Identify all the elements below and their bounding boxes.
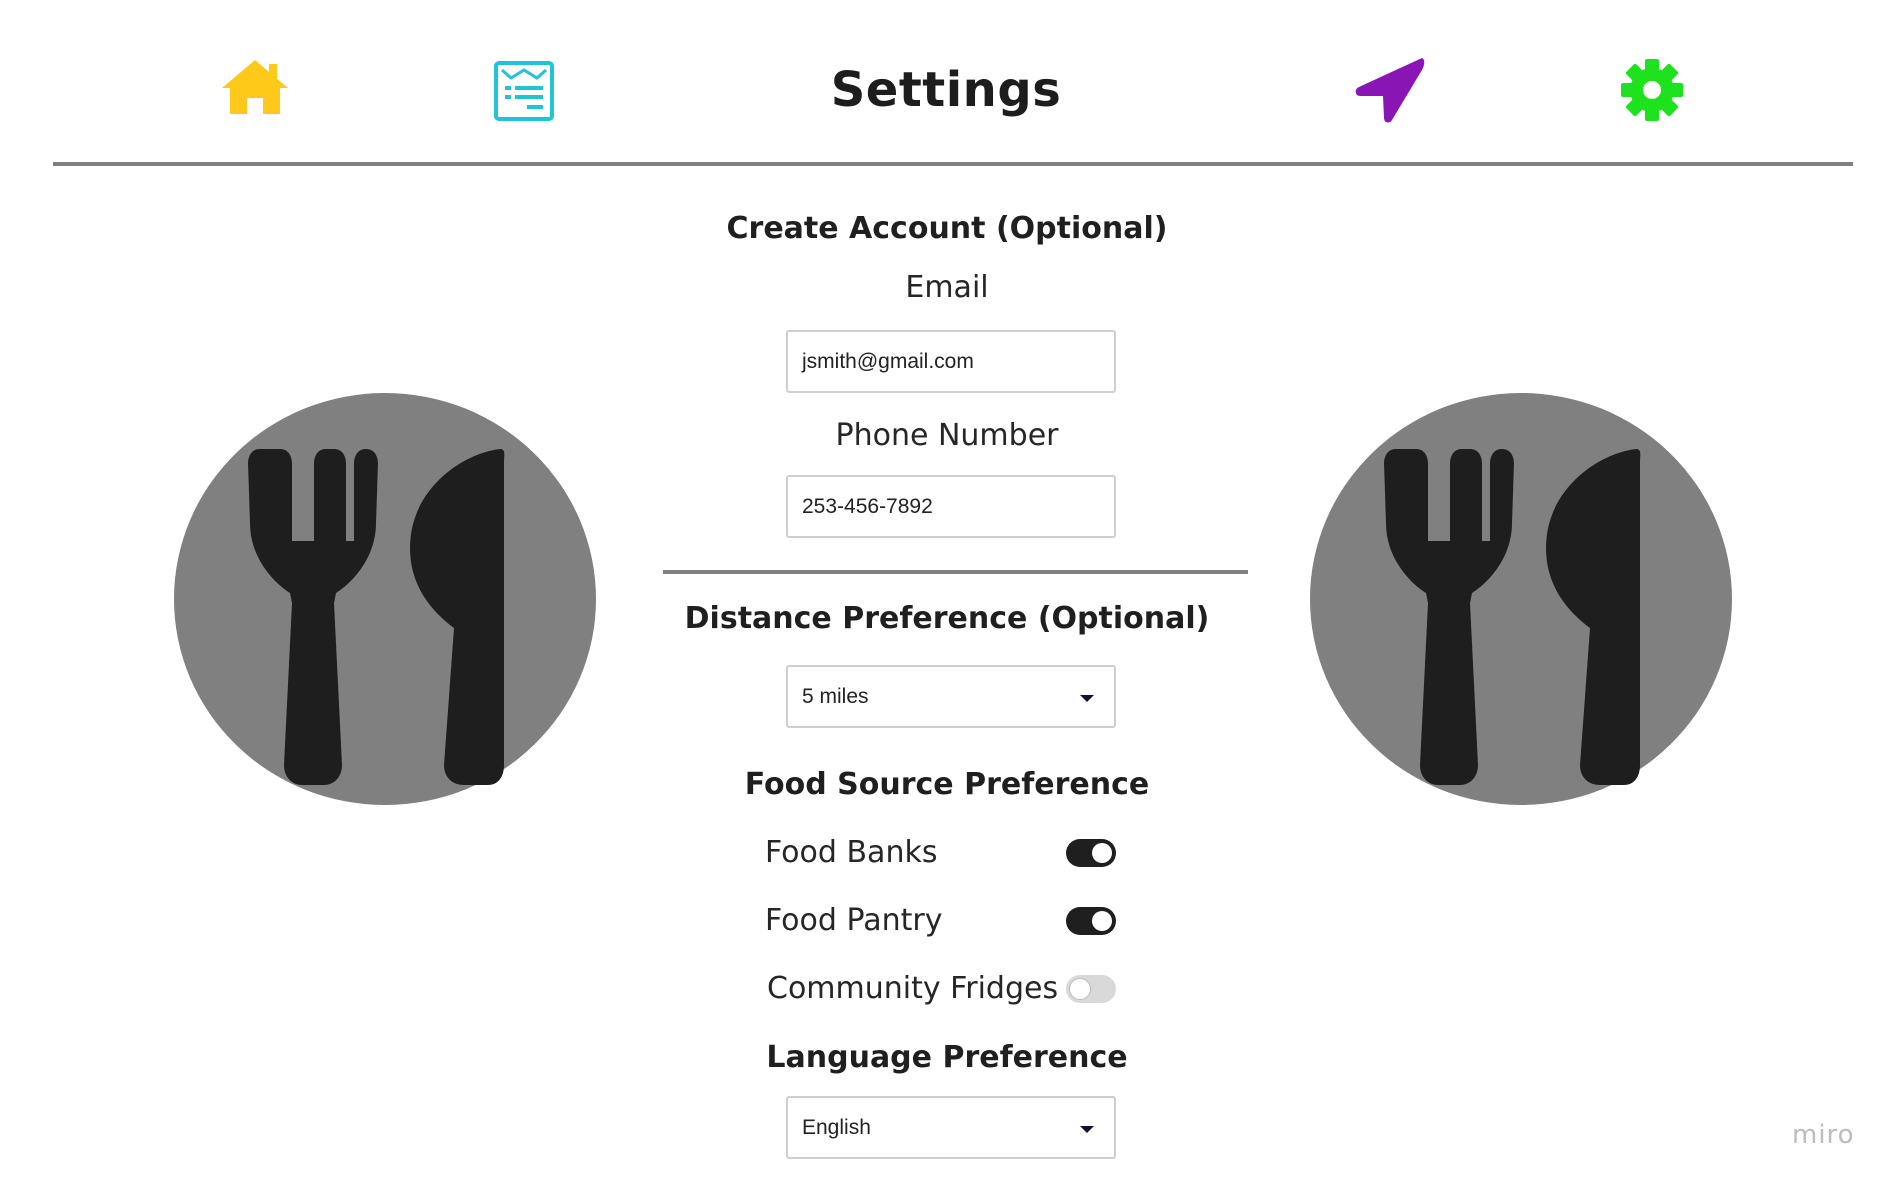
food-banks-label: Food Banks <box>765 835 938 870</box>
community-fridges-label: Community Fridges <box>767 971 1059 1006</box>
gear-icon[interactable] <box>1620 58 1684 122</box>
food-pantry-label: Food Pantry <box>765 903 943 938</box>
language-selected-value: English <box>802 1116 871 1139</box>
list-icon[interactable] <box>493 60 555 122</box>
distance-select[interactable]: 5 miles <box>786 665 1116 728</box>
phone-value: 253-456-7892 <box>802 495 933 518</box>
distance-selected-value: 5 miles <box>802 685 869 708</box>
left-plate <box>174 393 596 805</box>
language-heading: Language Preference <box>766 1040 1128 1075</box>
community-fridges-toggle[interactable] <box>1066 975 1116 1003</box>
food-pantry-toggle[interactable] <box>1066 907 1116 935</box>
toggle-knob <box>1092 843 1112 863</box>
language-select[interactable]: English <box>786 1096 1116 1159</box>
header-divider <box>53 162 1853 166</box>
fork-knife-icon <box>1384 449 1641 785</box>
phone-label: Phone Number <box>835 418 1059 453</box>
miro-watermark: miro <box>1792 1120 1855 1150</box>
toggle-knob <box>1092 911 1112 931</box>
home-icon[interactable] <box>220 58 290 116</box>
navigation-arrow-icon[interactable] <box>1354 56 1426 124</box>
right-plate <box>1310 393 1732 805</box>
chevron-down-icon <box>1080 1126 1094 1133</box>
section-divider <box>663 570 1248 574</box>
create-account-heading: Create Account (Optional) <box>726 211 1168 246</box>
food-banks-toggle[interactable] <box>1066 839 1116 867</box>
email-label: Email <box>905 270 989 305</box>
toggle-knob <box>1069 978 1091 1000</box>
phone-field[interactable]: 253-456-7892 <box>786 475 1116 538</box>
distance-heading: Distance Preference (Optional) <box>684 601 1210 636</box>
fork-knife-icon <box>248 449 505 785</box>
email-value: jsmith@gmail.com <box>802 350 974 373</box>
food-source-heading: Food Source Preference <box>744 767 1150 802</box>
email-field[interactable]: jsmith@gmail.com <box>786 330 1116 393</box>
chevron-down-icon <box>1080 695 1094 702</box>
page-title: Settings <box>830 62 1062 118</box>
